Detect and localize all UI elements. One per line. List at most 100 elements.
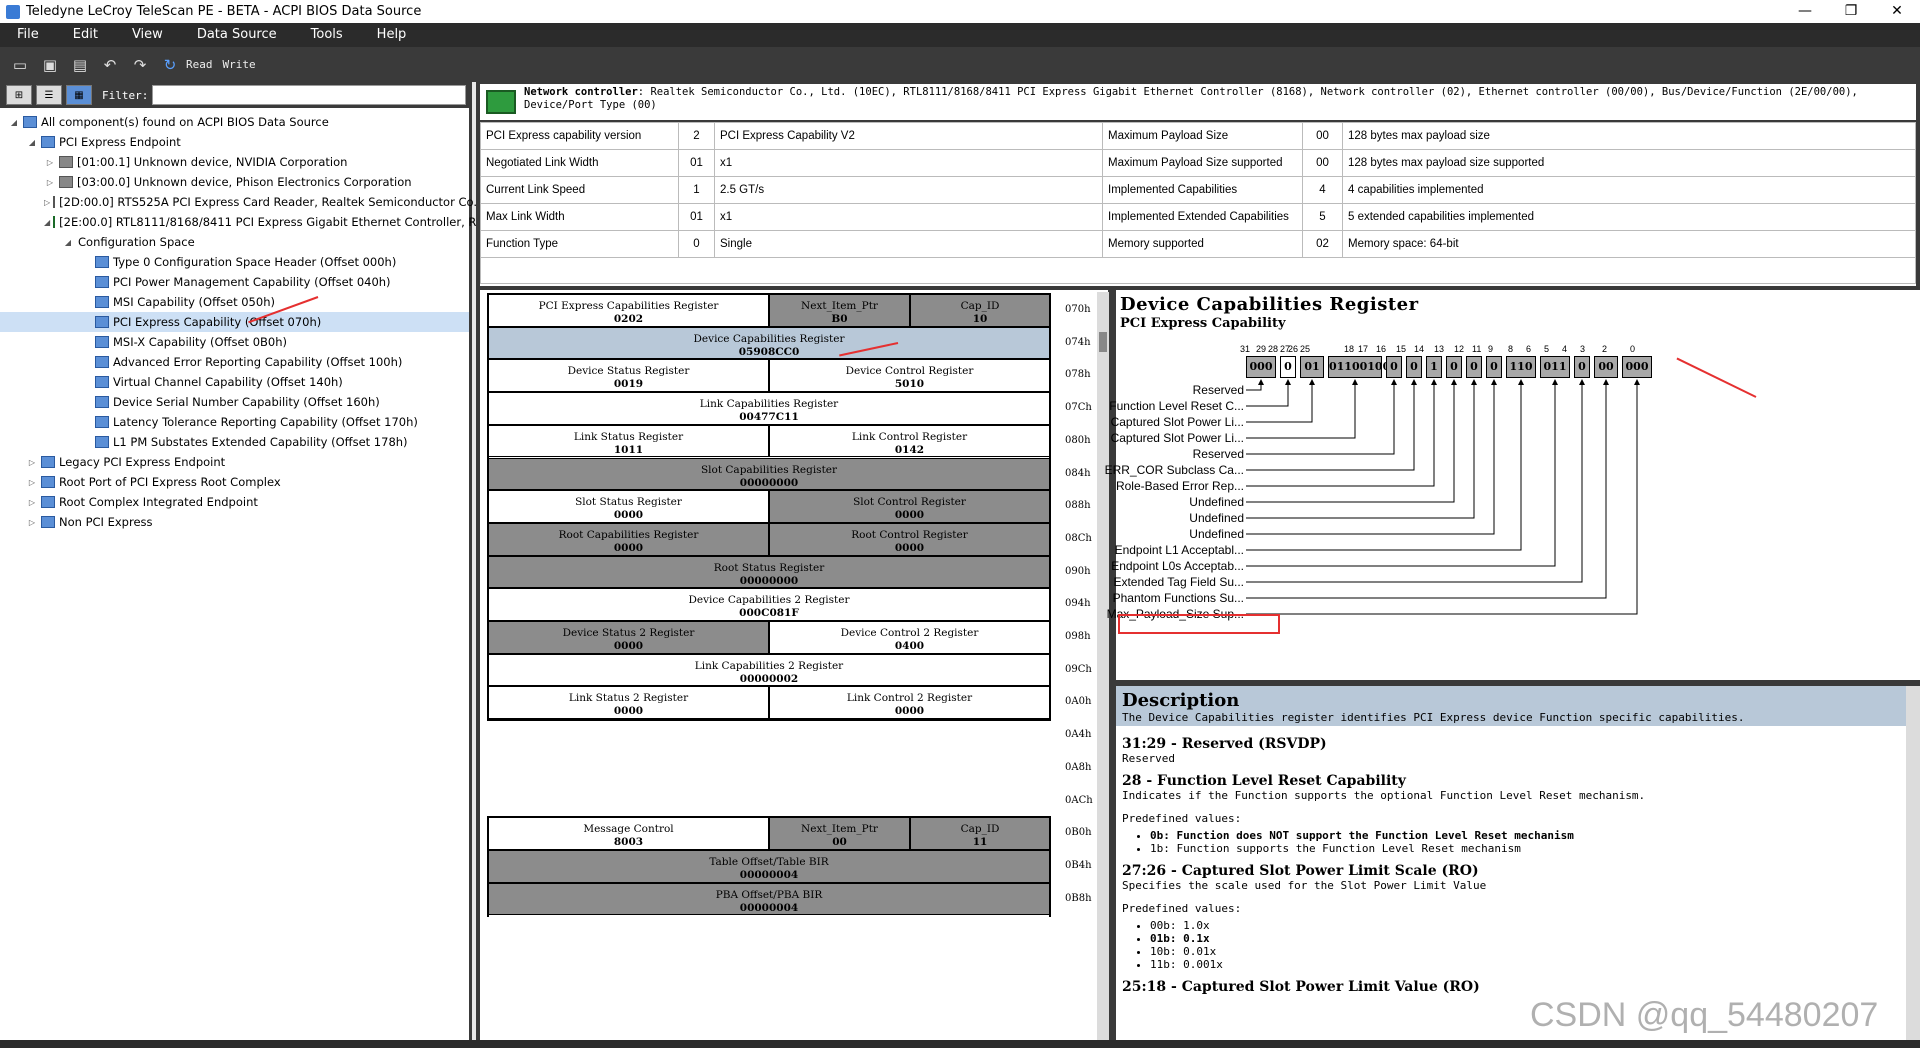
bit-field-value[interactable]: 1 xyxy=(1426,356,1442,378)
tree-node[interactable]: MSI-X Capability (Offset 0B0h) xyxy=(0,332,469,352)
register-cell[interactable]: Link Control Register 0142 xyxy=(769,424,1050,458)
collapse-arrow-icon[interactable]: ◢ xyxy=(62,238,74,247)
tree-node[interactable]: ◢ [2E:00.0] RTL8111/8168/8411 PCI Express… xyxy=(0,212,487,232)
bit-field-value[interactable]: 0 xyxy=(1466,356,1482,378)
tree-node[interactable]: PCI Power Management Capability (Offset … xyxy=(0,272,469,292)
register-cell[interactable]: Device Status 2 Register 0000 xyxy=(488,621,769,654)
register-cell[interactable]: Message Control 8003 xyxy=(488,817,769,850)
write-button[interactable]: Write xyxy=(223,58,256,71)
register-cell[interactable]: Link Capabilities 2 Register 00000002 xyxy=(488,653,1050,687)
tree-node[interactable]: Latency Tolerance Reporting Capability (… xyxy=(0,412,469,432)
print-icon[interactable]: ▤ xyxy=(66,53,94,77)
tree-node[interactable]: Advanced Error Reporting Capability (Off… xyxy=(0,352,469,372)
tree-node[interactable]: ▷ [01:00.1] Unknown device, NVIDIA Corpor… xyxy=(0,152,469,172)
redo-icon[interactable]: ↷ xyxy=(126,53,154,77)
register-cell[interactable]: Next_Item_Ptr 00 xyxy=(769,817,910,850)
description-scrollbar[interactable] xyxy=(1906,686,1920,1040)
bit-field-value[interactable]: 000 xyxy=(1246,356,1276,378)
tree-view-icon[interactable]: ⊞ xyxy=(6,85,32,105)
tree-node[interactable]: ▷ Root Port of PCI Express Root Complex xyxy=(0,472,469,492)
register-cell[interactable]: Link Status 2 Register 0000 xyxy=(488,686,769,720)
register-cell[interactable]: Cap_ID 10 xyxy=(910,294,1050,327)
undo-icon[interactable]: ↶ xyxy=(96,53,124,77)
list-view-icon[interactable]: ☰ xyxy=(36,85,62,105)
bit-field-value[interactable]: 0 xyxy=(1280,356,1296,378)
register-cell[interactable]: PBA Offset/PBA BIR 00000004 xyxy=(488,882,1050,916)
tree-node[interactable]: PCI Express Capability (Offset 070h) xyxy=(0,312,469,332)
menu-file[interactable]: File xyxy=(0,23,56,47)
menu-help[interactable]: Help xyxy=(360,23,424,47)
filter-input[interactable] xyxy=(152,85,467,105)
register-cell[interactable]: Next_Item_Ptr B0 xyxy=(769,294,910,327)
expand-arrow-icon[interactable]: ▷ xyxy=(26,458,38,467)
tree-node[interactable]: ◢ Configuration Space xyxy=(0,232,469,252)
register-cell[interactable]: Link Capabilities Register 00477C11 xyxy=(488,392,1050,425)
expand-arrow-icon[interactable]: ▷ xyxy=(26,518,38,527)
register-cell[interactable]: Device Control 2 Register 0400 xyxy=(769,621,1050,654)
tree-node[interactable]: Type 0 Configuration Space Header (Offse… xyxy=(0,252,469,272)
expand-arrow-icon[interactable]: ▷ xyxy=(26,478,38,487)
expand-arrow-icon[interactable]: ▷ xyxy=(44,158,56,167)
bit-field-value[interactable]: 0 xyxy=(1446,356,1462,378)
bit-field-value[interactable]: 0 xyxy=(1486,356,1502,378)
bit-field-value[interactable]: 0 xyxy=(1574,356,1590,378)
register-cell[interactable]: Root Capabilities Register 0000 xyxy=(488,522,769,556)
tree-node[interactable]: ▷ Non PCI Express xyxy=(0,512,469,532)
expand-arrow-icon[interactable]: ▷ xyxy=(44,198,50,207)
detail-view-icon[interactable]: ▦ xyxy=(66,85,92,105)
bit-field-value[interactable]: 0 xyxy=(1386,356,1402,378)
bit-field-value[interactable]: 000 xyxy=(1622,356,1652,378)
tree-node[interactable]: Virtual Channel Capability (Offset 140h) xyxy=(0,372,469,392)
register-cell[interactable]: Device Status Register 0019 xyxy=(488,359,769,393)
tree-node[interactable]: ◢ PCI Express Endpoint xyxy=(0,132,469,152)
bit-field-value[interactable]: 01 xyxy=(1300,356,1324,378)
refresh-icon[interactable]: ↻ xyxy=(156,53,184,77)
summary-cell: Maximum Payload Size supported xyxy=(1102,149,1303,177)
open-icon[interactable]: ▭ xyxy=(6,53,34,77)
menu-edit[interactable]: Edit xyxy=(56,23,115,47)
menu-view[interactable]: View xyxy=(115,23,180,47)
tree-node[interactable]: ◢ All component(s) found on ACPI BIOS Dat… xyxy=(0,112,469,132)
read-button[interactable]: Read xyxy=(186,58,213,71)
bit-number: 4 xyxy=(1562,344,1568,354)
collapse-arrow-icon[interactable]: ◢ xyxy=(8,118,20,127)
save-icon[interactable]: ▣ xyxy=(36,53,64,77)
bit-field-value[interactable]: 110 xyxy=(1506,356,1536,378)
register-cell[interactable]: Root Control Register 0000 xyxy=(769,522,1050,556)
maximize-button[interactable]: ❐ xyxy=(1828,0,1874,23)
tree-node[interactable]: ▷ [03:00.0] Unknown device, Phison Electr… xyxy=(0,172,469,192)
minimize-button[interactable]: — xyxy=(1782,0,1828,23)
register-cell[interactable]: Root Status Register 00000000 xyxy=(488,555,1050,589)
menu-tools[interactable]: Tools xyxy=(294,23,360,47)
register-cell[interactable]: Slot Capabilities Register 00000000 xyxy=(488,457,1050,491)
register-cell[interactable]: Link Control 2 Register 0000 xyxy=(769,686,1050,720)
bit-number: 15 xyxy=(1396,344,1407,354)
tree-node[interactable]: ▷ [2D:00.0] RTS525A PCI Express Card Read… xyxy=(0,192,488,212)
expand-arrow-icon[interactable]: ▷ xyxy=(44,178,56,187)
tree-node[interactable]: ▷ Legacy PCI Express Endpoint xyxy=(0,452,469,472)
close-button[interactable]: ✕ xyxy=(1874,0,1920,23)
register-cell[interactable]: Device Capabilities Register 05908CC0 xyxy=(488,326,1050,360)
register-cell[interactable]: Link Status Register 1011 xyxy=(488,424,769,458)
expand-arrow-icon[interactable]: ▷ xyxy=(26,498,38,507)
bit-field-value[interactable]: 0 xyxy=(1406,356,1422,378)
register-cell[interactable]: Table Offset/Table BIR 00000004 xyxy=(488,849,1050,883)
register-cell[interactable]: PCI Express Capabilities Register 0202 xyxy=(488,294,769,327)
register-cell[interactable]: Cap_ID 11 xyxy=(910,817,1050,850)
scrollbar-thumb[interactable] xyxy=(1099,332,1107,352)
menu-data-source[interactable]: Data Source xyxy=(180,23,294,47)
register-cell[interactable]: Slot Control Register 0000 xyxy=(769,490,1050,523)
collapse-arrow-icon[interactable]: ◢ xyxy=(26,138,38,147)
register-cell[interactable]: Slot Status Register 0000 xyxy=(488,490,769,523)
tree-node[interactable]: Device Serial Number Capability (Offset … xyxy=(0,392,469,412)
tree-node[interactable]: L1 PM Substates Extended Capability (Off… xyxy=(0,432,469,452)
tree-node[interactable]: ▷ Root Complex Integrated Endpoint xyxy=(0,492,469,512)
bit-field-value[interactable]: 00 xyxy=(1594,356,1618,378)
register-cell[interactable]: Device Capabilities 2 Register 000C081F xyxy=(488,588,1050,621)
collapse-arrow-icon[interactable]: ◢ xyxy=(44,218,50,227)
bit-field-value[interactable]: 011 xyxy=(1540,356,1570,378)
register-cell[interactable]: Device Control Register 5010 xyxy=(769,359,1050,393)
tree-node[interactable]: MSI Capability (Offset 050h) xyxy=(0,292,469,312)
bit-field-value[interactable]: 01100100 xyxy=(1328,356,1390,378)
register-map-scrollbar[interactable] xyxy=(1097,292,1109,1040)
